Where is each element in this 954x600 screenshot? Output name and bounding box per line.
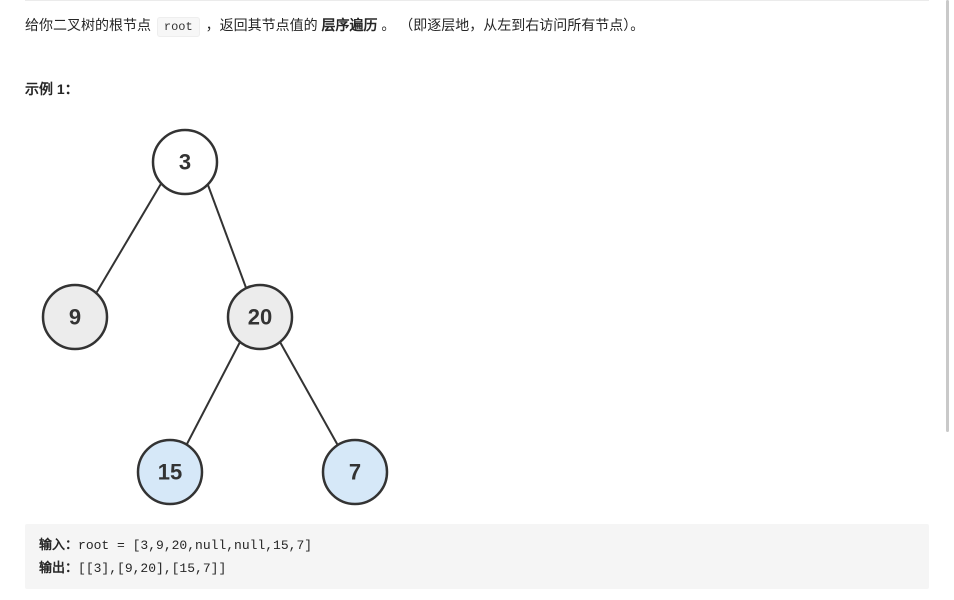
input-line: 输入：root = [3,9,20,null,null,15,7]: [39, 534, 915, 558]
output-value: [[3],[9,20],[15,7]]: [78, 561, 226, 576]
node-value-15: 15: [158, 459, 182, 484]
scrollbar[interactable]: [946, 0, 949, 432]
problem-container: 给你二叉树的根节点 root ，返回其节点值的 层序遍历 。 （即逐层地，从左到…: [0, 0, 954, 589]
tree-node-3: 3: [153, 130, 217, 194]
edge-3-9: [85, 177, 165, 312]
tree-node-20: 20: [228, 285, 292, 349]
node-value-20: 20: [248, 304, 272, 329]
input-label: 输入：: [39, 537, 78, 552]
output-line: 输出：[[3],[9,20],[15,7]]: [39, 557, 915, 581]
problem-mid1: ，返回其节点值的: [206, 17, 322, 33]
node-value-7: 7: [349, 459, 361, 484]
example-io-block: 输入：root = [3,9,20,null,null,15,7] 输出：[[3…: [25, 524, 929, 590]
tree-node-7: 7: [323, 440, 387, 504]
node-value-3: 3: [179, 149, 191, 174]
problem-mid2: 。 （即逐层地，从左到右访问所有节点）。: [381, 17, 644, 33]
problem-prefix: 给你二叉树的根节点: [25, 17, 155, 33]
input-value: root = [3,9,20,null,null,15,7]: [78, 538, 312, 553]
problem-statement: 给你二叉树的根节点 root ，返回其节点值的 层序遍历 。 （即逐层地，从左到…: [25, 13, 929, 39]
example-label: 示例 1：: [25, 79, 929, 99]
root-code: root: [157, 17, 200, 37]
problem-bold: 层序遍历: [321, 17, 377, 33]
tree-node-9: 9: [43, 285, 107, 349]
tree-node-15: 15: [138, 440, 202, 504]
section-divider: [25, 0, 929, 1]
output-label: 输出：: [39, 560, 78, 575]
node-value-9: 9: [69, 304, 81, 329]
tree-diagram: 3 9 20 15 7: [30, 117, 420, 507]
